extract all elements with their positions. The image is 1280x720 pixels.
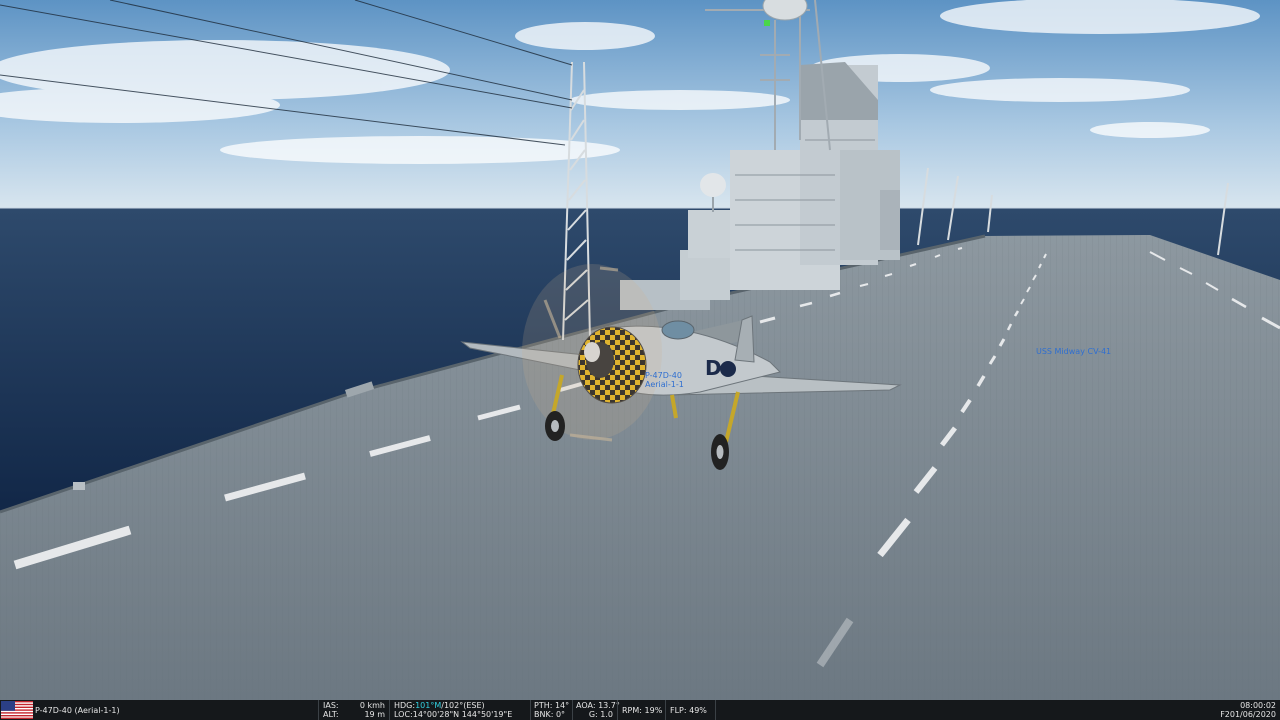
pth-label: PTH:: [534, 701, 553, 710]
rpm-cell: RPM: 19%: [617, 700, 665, 720]
speed-alt-cell: IAS: 0 kmh ALT: 19 m: [318, 700, 389, 720]
aoa-readout: AOA: 13.7°: [576, 701, 620, 710]
flaps-cell: FLP: 49%: [665, 700, 715, 720]
alt-unit: m: [377, 710, 385, 719]
rpm-readout: RPM: 19%: [622, 706, 662, 715]
svg-text:D: D: [705, 356, 722, 380]
g-value: 1.0: [600, 710, 613, 719]
ship-name-label: USS Midway CV-41: [1036, 347, 1112, 356]
ias-unit: kmh: [367, 701, 386, 710]
alt-label: ALT:: [323, 710, 339, 719]
loc-label: LOC:: [394, 710, 413, 719]
alt-readout: 19 m: [364, 710, 385, 719]
aircraft-callsign-label: Aerial-1-1: [645, 380, 684, 389]
status-bar: P-47D-40 (Aerial-1-1) IAS: 0 kmh ALT: 19…: [0, 700, 1280, 720]
flp-label: FLP:: [670, 706, 687, 715]
hdg-label: HDG:: [394, 701, 416, 710]
aoa-g-cell: AOA: 13.7° G: 1.0: [572, 700, 620, 720]
ias-readout: 0 kmh: [360, 701, 385, 710]
aircraft-name: P-47D-40 (Aerial-1-1): [35, 706, 120, 715]
pth-value: 14°: [554, 701, 570, 710]
alt-value: 19: [364, 710, 375, 719]
location-readout: LOC:14°00'28"N 144°50'19"E: [394, 710, 512, 719]
flaps-readout: FLP: 49%: [670, 706, 707, 715]
mission-date: F201/06/2020: [1220, 710, 1276, 719]
loc-value: 14°00'28"N 144°50'19"E: [412, 710, 513, 719]
ias-value: 0: [359, 701, 365, 710]
bnk-value: 0°: [555, 710, 566, 719]
heading-location-cell: HDG:101°M/102°(ESE) LOC:14°00'28"N 144°5…: [389, 700, 530, 720]
flp-value: 49%: [689, 706, 707, 715]
bnk-label: BNK:: [534, 710, 554, 719]
aircraft-type-label: P-47D-40: [645, 371, 682, 380]
pitch-readout: PTH: 14°: [534, 701, 569, 710]
attitude-cell: PTH: 14° BNK: 0°: [530, 700, 572, 720]
rpm-label: RPM:: [622, 706, 642, 715]
rpm-value: 19%: [644, 706, 663, 715]
spacer-cell: [715, 700, 1220, 720]
ias-label: IAS:: [323, 701, 339, 710]
g-readout: G: 1.0: [589, 710, 613, 719]
hdg-true: /102°(ESE): [441, 701, 485, 710]
bank-readout: BNK: 0°: [534, 710, 565, 719]
mission-time: 08:00:02: [1240, 701, 1276, 710]
heading-readout: HDG:101°M/102°(ESE): [394, 701, 485, 710]
aoa-label: AOA:: [576, 701, 596, 710]
hdg-magnetic: 101°M: [415, 701, 442, 710]
clock-cell: 08:00:02 F201/06/2020: [1220, 700, 1280, 720]
us-flag-icon: [1, 701, 33, 719]
aircraft-cell: P-47D-40 (Aerial-1-1): [0, 700, 318, 720]
g-label: G:: [588, 710, 598, 719]
